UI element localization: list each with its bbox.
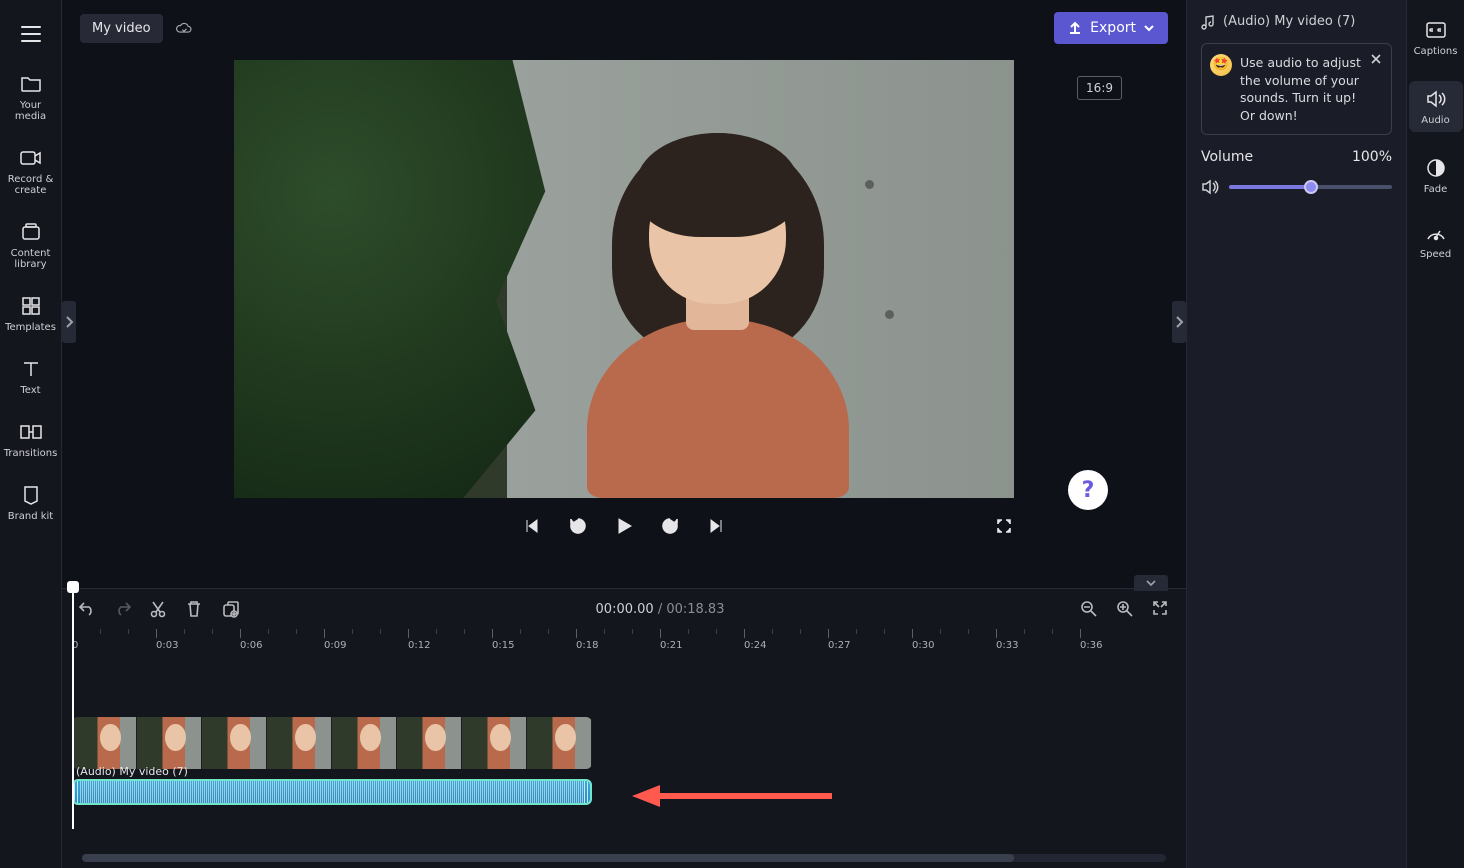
nav-label: Record & create	[4, 174, 58, 196]
export-label: Export	[1090, 20, 1136, 36]
timeline-panel: 00:00.00 / 00:18.83 00:030:060:090:120:1…	[62, 588, 1186, 868]
undo-button[interactable]	[78, 600, 96, 618]
dismiss-tip-button[interactable]	[1367, 50, 1385, 68]
right-rail: Captions Audio Fade Speed	[1406, 0, 1464, 868]
nav-label: Brand kit	[8, 511, 53, 522]
rail-label: Captions	[1414, 46, 1458, 57]
redo-button[interactable]	[114, 600, 132, 618]
total-duration: 00:18.83	[666, 602, 724, 617]
export-button[interactable]: Export	[1054, 12, 1168, 44]
aspect-ratio-button[interactable]: 16:9	[1077, 76, 1122, 100]
split-button[interactable]	[150, 600, 168, 618]
duplicate-button[interactable]	[222, 600, 240, 618]
help-button[interactable]: ?	[1068, 470, 1108, 510]
delete-button[interactable]	[186, 600, 204, 618]
timeline-scrollbar-thumb[interactable]	[82, 854, 1014, 862]
fade-icon	[1424, 156, 1448, 180]
volume-slider[interactable]	[1229, 185, 1392, 189]
svg-text:5: 5	[576, 523, 580, 531]
rail-speed[interactable]: Speed	[1409, 219, 1463, 262]
upload-icon	[1068, 21, 1082, 35]
nav-label: Text	[20, 385, 40, 396]
timeline-toolbar: 00:00.00 / 00:18.83	[62, 589, 1186, 629]
main-area: My video Export	[61, 0, 1186, 868]
playhead[interactable]	[72, 589, 74, 829]
captions-icon	[1424, 18, 1448, 42]
project-title[interactable]: My video	[80, 14, 163, 43]
nav-record-create[interactable]: Record & create	[4, 144, 58, 198]
nav-label: Content library	[4, 248, 58, 270]
cloud-sync-icon	[175, 19, 193, 37]
nav-your-media[interactable]: Your media	[4, 70, 58, 124]
nav-transitions[interactable]: Transitions	[4, 418, 58, 461]
clip-title-text: (Audio) My video (7)	[1223, 14, 1355, 29]
preview-stage: 16:9 ? 5 5	[62, 56, 1186, 588]
zoom-in-button[interactable]	[1116, 600, 1134, 618]
nav-templates[interactable]: Templates	[4, 292, 58, 335]
brandkit-icon	[19, 483, 43, 507]
rail-fade[interactable]: Fade	[1409, 154, 1463, 197]
folder-icon	[19, 72, 43, 96]
expand-left-panel[interactable]	[62, 301, 76, 343]
skip-end-button[interactable]	[706, 516, 726, 536]
tip-emoji-icon: 🤩	[1210, 54, 1232, 76]
nav-label: Your media	[4, 100, 58, 122]
collapse-timeline-button[interactable]	[1134, 575, 1168, 591]
transitions-icon	[19, 420, 43, 444]
timeline-tracks[interactable]: (Audio) My video (7)	[72, 653, 1186, 868]
annotation-arrow	[632, 783, 832, 809]
timeline-ruler[interactable]: 00:030:060:090:120:150:180:210:240:270:3…	[72, 629, 1186, 653]
speed-icon	[1424, 221, 1448, 245]
volume-label: Volume	[1201, 149, 1253, 165]
play-button[interactable]	[614, 516, 634, 536]
tip-text: Use audio to adjust the volume of your s…	[1240, 55, 1361, 123]
forward-5-button[interactable]: 5	[660, 516, 680, 536]
text-icon	[19, 357, 43, 381]
top-bar: My video Export	[62, 0, 1186, 56]
clip-trim-handle-right[interactable]	[584, 781, 590, 803]
nav-text[interactable]: Text	[4, 355, 58, 398]
rail-captions[interactable]: Captions	[1409, 16, 1463, 59]
transport-controls: 5 5	[234, 506, 1014, 546]
video-clip[interactable]	[72, 717, 592, 769]
timeline-time-display: 00:00.00 / 00:18.83	[258, 602, 1062, 617]
volume-value: 100%	[1352, 149, 1392, 165]
menu-button[interactable]	[15, 18, 47, 50]
selected-clip-title: (Audio) My video (7)	[1201, 14, 1392, 29]
current-time: 00:00.00	[596, 602, 654, 617]
rail-label: Fade	[1424, 184, 1447, 195]
audio-icon	[1424, 87, 1448, 111]
rail-label: Audio	[1421, 115, 1449, 126]
zoom-fit-button[interactable]	[1152, 600, 1170, 618]
music-note-icon	[1201, 15, 1215, 29]
skip-start-button[interactable]	[522, 516, 542, 536]
nav-label: Templates	[5, 322, 56, 333]
nav-content-library[interactable]: Content library	[4, 218, 58, 272]
expand-right-panel[interactable]	[1172, 301, 1186, 343]
templates-icon	[19, 294, 43, 318]
svg-text:5: 5	[668, 523, 672, 531]
audio-clip[interactable]	[72, 779, 592, 805]
chevron-down-icon	[1144, 25, 1154, 31]
camera-icon	[19, 146, 43, 170]
nav-brand-kit[interactable]: Brand kit	[4, 481, 58, 524]
audio-waveform	[80, 781, 584, 803]
fullscreen-button[interactable]	[994, 516, 1014, 536]
properties-panel: (Audio) My video (7) 🤩 Use audio to adju…	[1186, 0, 1406, 868]
audio-clip-label: (Audio) My video (7)	[76, 765, 188, 778]
speaker-icon[interactable]	[1201, 179, 1219, 195]
zoom-out-button[interactable]	[1080, 600, 1098, 618]
tip-card: 🤩 Use audio to adjust the volume of your…	[1201, 43, 1392, 135]
timeline-scrollbar[interactable]	[82, 854, 1166, 862]
rail-label: Speed	[1420, 249, 1451, 260]
video-preview[interactable]	[234, 60, 1014, 498]
hamburger-icon	[21, 26, 41, 42]
library-icon	[19, 220, 43, 244]
nav-label: Transitions	[4, 448, 58, 459]
rewind-5-button[interactable]: 5	[568, 516, 588, 536]
left-nav: Your media Record & create Content libra…	[0, 0, 61, 868]
rail-audio[interactable]: Audio	[1409, 81, 1463, 132]
